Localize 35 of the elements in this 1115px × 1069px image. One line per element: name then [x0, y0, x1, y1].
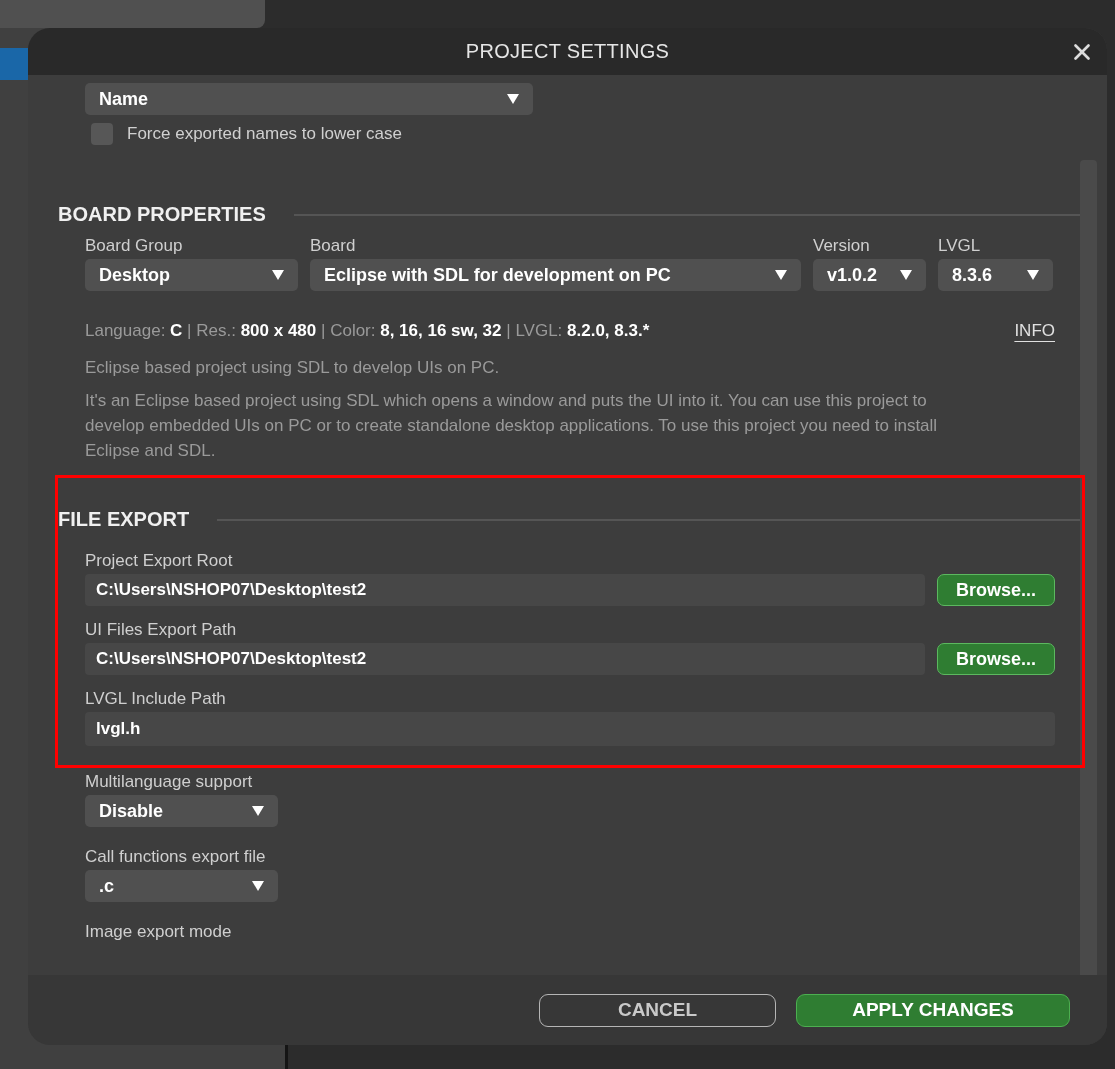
dropdown[interactable]: Disable [85, 795, 278, 827]
dropdown[interactable]: 8.3.6 [938, 259, 1053, 291]
dialog-title: PROJECT SETTINGS [465, 40, 670, 63]
field-label: LVGL [938, 236, 982, 256]
field-label: UI Files Export Path [85, 620, 238, 640]
section-heading: FILE EXPORT [58, 508, 190, 531]
field-label: Version [813, 236, 871, 256]
field-label: Call functions export file [85, 847, 267, 867]
board-summary: Eclipse based project using SDL to develop UIs on PC. [85, 357, 501, 379]
field-label: Board Group [85, 236, 184, 256]
field-label: Project Export Root [85, 551, 234, 571]
dropdown[interactable]: Eclipse with SDL for development on PC [310, 259, 801, 291]
info-link[interactable]: INFO [1014, 321, 1055, 341]
scrollbar-thumb[interactable] [1080, 160, 1097, 975]
field-label: Image export mode [85, 922, 233, 942]
path-field[interactable]: C:\Users\NSHOP07\Desktop\test2 [85, 574, 925, 606]
field-label: Board [310, 236, 357, 256]
field-label: LVGL Include Path [85, 689, 227, 709]
browse-button[interactable]: Browse... [937, 643, 1055, 675]
path-field[interactable]: lvgl.h [85, 712, 1055, 746]
checkbox[interactable] [91, 123, 113, 145]
name-dropdown[interactable]: Name [85, 83, 533, 115]
dropdown[interactable]: v1.0.2 [813, 259, 926, 291]
path-field[interactable]: C:\Users\NSHOP07\Desktop\test2 [85, 643, 925, 675]
checkbox-label: Force exported names to lower case [127, 124, 402, 144]
selected-strip [0, 48, 28, 80]
dropdown[interactable]: .c [85, 870, 278, 902]
apply-button[interactable]: APPLY CHANGES [796, 993, 1070, 1027]
field-label: Multilanguage support [85, 772, 254, 792]
section-heading: BOARD PROPERTIES [58, 203, 266, 226]
board-description: It's an Eclipse based project using SDL which opens a window and puts the UI into it. You can use this project to develop embedded UIs on PC or to create standalone desktop applications. To use this project you need to install Eclipse and SDL. [85, 390, 939, 462]
browse-button[interactable]: Browse... [937, 574, 1055, 606]
cancel-button[interactable]: CANCEL [539, 993, 776, 1027]
dropdown[interactable]: Desktop [85, 259, 298, 291]
board-info-line: Language: C | Res.: 800 x 480 | Color: 8, 16, 16 sw, 32 | LVGL: 8.2.0, 8.3.* [85, 321, 650, 341]
